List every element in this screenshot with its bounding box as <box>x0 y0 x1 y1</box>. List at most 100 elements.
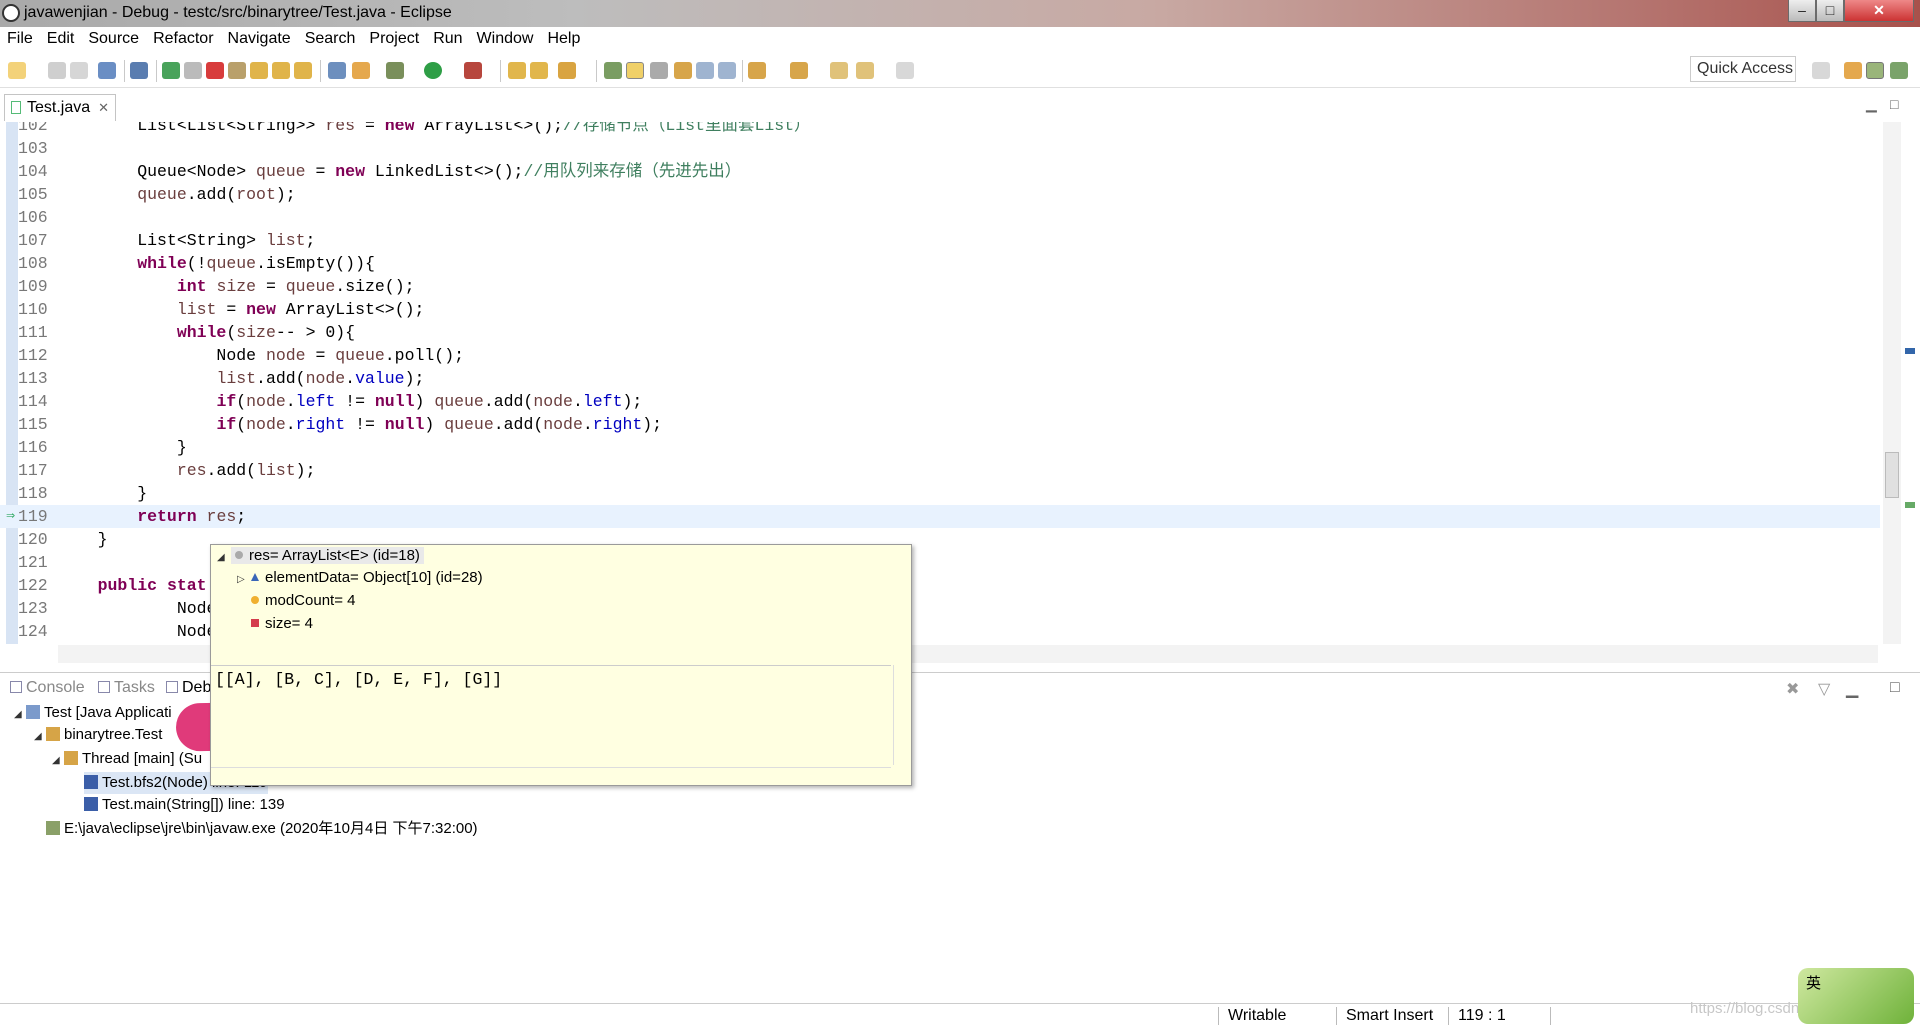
code-line[interactable]: 117 res.add(list); <box>0 459 1880 482</box>
java-perspective-icon[interactable] <box>1844 62 1862 79</box>
code-line[interactable]: 102 List<List<String>> res = new ArrayLi… <box>0 122 1880 137</box>
variable-detail-pane[interactable]: [[A], [B, C], [D, E, F], [G]] <box>211 665 891 765</box>
variable-root[interactable]: ◢ res= ArrayList<E> (id=18) <box>217 545 424 567</box>
debug-icon[interactable] <box>352 62 370 79</box>
new-java-project-icon[interactable] <box>508 62 526 79</box>
java-browsing-perspective-icon[interactable] <box>1890 62 1908 79</box>
save-all-icon[interactable] <box>70 62 88 79</box>
last-edit-location-icon[interactable] <box>830 62 848 79</box>
tree-stack-frame[interactable]: Test.main(String[]) line: 139 <box>84 794 285 816</box>
minimize-button[interactable]: – <box>1788 0 1816 22</box>
code-line[interactable]: 114 if(node.left != null) queue.add(node… <box>0 390 1880 413</box>
disconnect-icon[interactable] <box>228 62 246 79</box>
close-icon[interactable]: ✕ <box>98 95 109 121</box>
collapse-arrow-icon[interactable]: ◢ <box>14 704 26 726</box>
tree-process[interactable]: E:\java\eclipse\jre\bin\javaw.exe (2020年… <box>46 818 478 840</box>
terminate-icon[interactable] <box>206 62 224 79</box>
menu-window[interactable]: Window <box>470 30 541 48</box>
menu-search[interactable]: Search <box>298 30 363 48</box>
scrollbar-thumb[interactable] <box>1885 452 1899 498</box>
maximize-button[interactable]: □ <box>1816 0 1844 22</box>
code-line[interactable]: 104 Queue<Node> queue = new LinkedList<>… <box>0 160 1880 183</box>
code-line[interactable]: 111 while(size-- > 0){ <box>0 321 1880 344</box>
variable-hover-popup[interactable]: ◢ res= ArrayList<E> (id=18) ▷ elementData=… <box>210 544 912 786</box>
menu-refactor[interactable]: Refactor <box>146 30 220 48</box>
next-annotation-icon[interactable] <box>748 62 766 79</box>
search-icon[interactable] <box>650 62 668 79</box>
menu-file[interactable]: File <box>0 30 40 48</box>
code-line[interactable]: 116 } <box>0 436 1880 459</box>
code-line[interactable]: 115 if(node.right != null) queue.add(nod… <box>0 413 1880 436</box>
close-button[interactable]: ✕ <box>1844 0 1914 22</box>
code-line[interactable]: 113 list.add(node.value); <box>0 367 1880 390</box>
skip-breakpoints-icon[interactable] <box>130 62 148 79</box>
collapse-arrow-icon[interactable]: ◢ <box>52 750 64 772</box>
save-icon[interactable] <box>48 62 66 79</box>
toggle-mark-occurrences-icon[interactable] <box>626 62 644 79</box>
debug-as-icon[interactable] <box>386 62 404 79</box>
code-line[interactable]: 106 <box>0 206 1880 229</box>
expand-arrow-icon[interactable]: ▷ <box>237 569 251 591</box>
view-menu-icon[interactable]: ▽ <box>1818 679 1830 699</box>
debug-perspective-icon[interactable] <box>1866 62 1884 79</box>
maximize-view-icon[interactable]: □ <box>1890 96 1898 112</box>
code-line[interactable]: 119 return res; <box>0 505 1880 528</box>
overview-mark[interactable] <box>1905 502 1915 508</box>
code-line[interactable]: 107 List<String> list; <box>0 229 1880 252</box>
annotation-icon[interactable] <box>674 62 692 79</box>
variable-field[interactable]: size= 4 <box>251 613 313 635</box>
show-whitespace-icon[interactable] <box>718 62 736 79</box>
menu-run[interactable]: Run <box>426 30 469 48</box>
menu-source[interactable]: Source <box>81 30 146 48</box>
overview-ruler[interactable] <box>1905 122 1915 644</box>
resume-icon[interactable] <box>162 62 180 79</box>
code-line[interactable]: 108 while(!queue.isEmpty()){ <box>0 252 1880 275</box>
minimize-view-icon[interactable]: ▁ <box>1846 679 1858 699</box>
code-line[interactable]: 112 Node node = queue.poll(); <box>0 344 1880 367</box>
code-line[interactable]: 103 <box>0 137 1880 160</box>
tree-launch[interactable]: ◢ Test [Java Applicati <box>14 702 172 724</box>
previous-annotation-icon[interactable] <box>790 62 808 79</box>
open-type-icon[interactable] <box>604 62 622 79</box>
tab-tasks[interactable]: Tasks <box>98 679 155 697</box>
block-selection-icon[interactable] <box>696 62 714 79</box>
tab-console[interactable]: Console <box>10 679 85 697</box>
step-into-icon[interactable] <box>250 62 268 79</box>
menu-navigate[interactable]: Navigate <box>221 30 298 48</box>
menu-help[interactable]: Help <box>540 30 587 48</box>
new-class-icon[interactable] <box>558 62 576 79</box>
ime-indicator[interactable]: 英 <box>1798 968 1914 1024</box>
menu-edit[interactable]: Edit <box>40 30 82 48</box>
code-line[interactable]: 105 queue.add(root); <box>0 183 1880 206</box>
back-icon[interactable] <box>856 62 874 79</box>
detail-scrollbar[interactable] <box>893 665 911 765</box>
collapse-arrow-icon[interactable]: ◢ <box>217 547 231 569</box>
tree-debug-target[interactable]: ◢ binarytree.Test <box>34 724 162 746</box>
new-package-icon[interactable] <box>530 62 548 79</box>
menu-project[interactable]: Project <box>362 30 426 48</box>
print-icon[interactable] <box>98 62 116 79</box>
quick-access-field[interactable]: Quick Access <box>1690 56 1796 82</box>
external-tools-icon[interactable] <box>464 62 482 79</box>
overview-mark[interactable] <box>1905 348 1915 354</box>
suspend-icon[interactable] <box>184 62 202 79</box>
step-over-icon[interactable] <box>272 62 290 79</box>
step-return-icon[interactable] <box>294 62 312 79</box>
collapse-arrow-icon[interactable]: ◢ <box>34 726 46 748</box>
variable-field[interactable]: ▷ elementData= Object[10] (id=28) <box>237 567 483 589</box>
code-line[interactable]: 110 list = new ArrayList<>(); <box>0 298 1880 321</box>
tree-thread[interactable]: ◢ Thread [main] (Su <box>52 748 202 770</box>
open-perspective-icon[interactable] <box>1812 62 1830 79</box>
use-step-filters-icon[interactable] <box>328 62 346 79</box>
tab-test-java[interactable]: Test.java ✕ <box>4 94 116 121</box>
detail-horizontal-scrollbar[interactable] <box>211 767 891 785</box>
editor-vertical-scrollbar[interactable] <box>1883 122 1901 644</box>
variable-field[interactable]: modCount= 4 <box>251 590 355 612</box>
maximize-view-icon[interactable]: □ <box>1890 679 1900 697</box>
code-line[interactable]: 109 int size = queue.size(); <box>0 275 1880 298</box>
minimize-view-icon[interactable]: ▁ <box>1866 96 1877 113</box>
code-line[interactable]: 118 } <box>0 482 1880 505</box>
new-icon[interactable] <box>8 62 26 79</box>
run-icon[interactable] <box>424 62 442 79</box>
forward-icon[interactable] <box>896 62 914 79</box>
